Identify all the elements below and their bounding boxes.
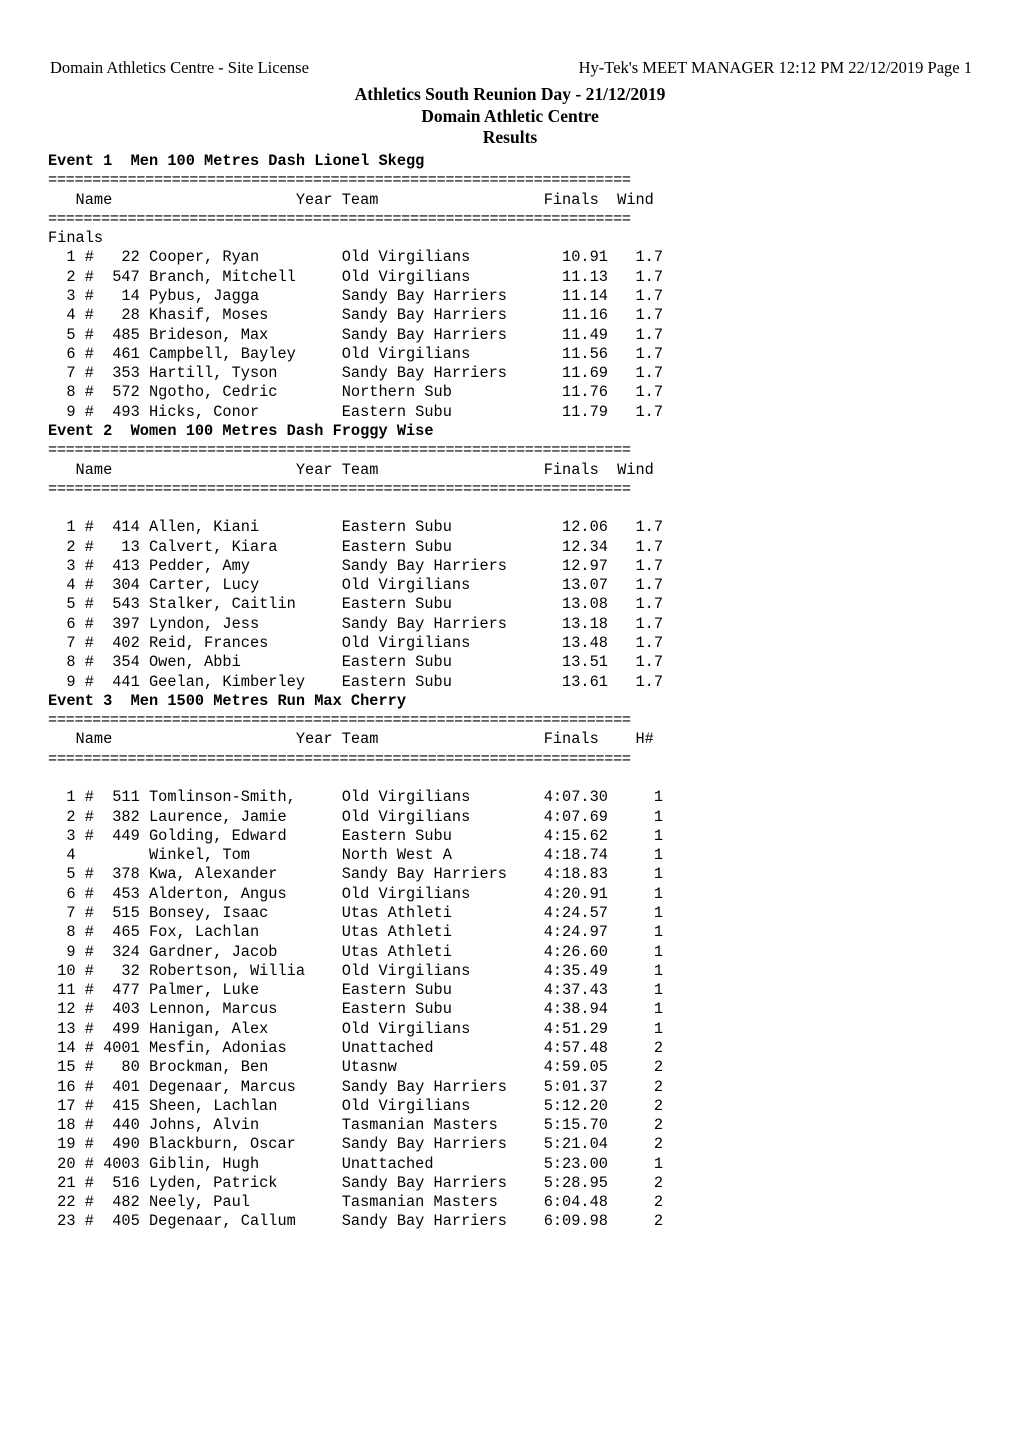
results-report: Event 1 Men 100 Metres Dash Lionel Skegg… (48, 152, 988, 1232)
result-row: 1 # 511 Tomlinson-Smith, Old Virgilians … (48, 788, 664, 807)
result-row: 9 # 324 Gardner, Jacob Utas Athleti 4:26… (48, 942, 664, 961)
result-row: 18 # 440 Johns, Alvin Tasmanian Masters … (48, 1116, 664, 1135)
spacer-line (48, 499, 988, 518)
result-row: 5 # 485 Brideson, Max Sandy Bay Harriers… (48, 325, 664, 344)
result-row: 3 # 14 Pybus, Jagga Sandy Bay Harriers 1… (48, 286, 664, 305)
result-row: 5 # 378 Kwa, Alexander Sandy Bay Harrier… (48, 865, 664, 884)
result-row: 4 Winkel, Tom North West A 4:18.74 1 (48, 846, 664, 865)
separator-rule: ========================================… (48, 441, 631, 460)
column-header-row: Name Year Team Finals Wind (48, 190, 654, 209)
result-row: 8 # 465 Fox, Lachlan Utas Athleti 4:24.9… (48, 923, 664, 942)
event-block: Event 2 Women 100 Metres Dash Froggy Wis… (48, 422, 988, 692)
result-row: 1 # 22 Cooper, Ryan Old Virgilians 10.91… (48, 248, 664, 267)
event-block: Event 1 Men 100 Metres Dash Lionel Skegg… (48, 152, 988, 422)
venue-name: Domain Athletic Centre (421, 105, 599, 126)
license-text: Domain Athletics Centre - Site License (50, 58, 309, 77)
separator-rule: ========================================… (48, 209, 631, 228)
result-row: 7 # 353 Hartill, Tyson Sandy Bay Harrier… (48, 364, 664, 383)
report-type: Results (482, 127, 538, 147)
event-heading: Event 3 Men 1500 Metres Run Max Cherry (48, 691, 407, 710)
result-row: 3 # 413 Pedder, Amy Sandy Bay Harriers 1… (48, 556, 664, 575)
result-row: 2 # 547 Branch, Mitchell Old Virgilians … (48, 267, 664, 286)
result-row: 9 # 493 Hicks, Conor Eastern Subu 11.79 … (48, 402, 664, 421)
meet-name: Athletics South Reunion Day - 21/12/2019 (354, 84, 666, 104)
separator-rule: ========================================… (48, 479, 631, 498)
spacer-line (48, 769, 988, 788)
result-row: 2 # 13 Calvert, Kiara Eastern Subu 12.34… (48, 537, 664, 556)
separator-rule: ========================================… (48, 749, 631, 768)
event-block: Event 3 Men 1500 Metres Run Max Cherry ==… (48, 692, 988, 1232)
result-row: 9 # 441 Geelan, Kimberley Eastern Subu 1… (48, 672, 664, 691)
meet-title-block: Athletics South Reunion Day - 21/12/2019… (0, 84, 1020, 149)
results-page: Domain Athletics Centre - Site License H… (0, 0, 1020, 1443)
result-row: 15 # 80 Brockman, Ben Utasnw 4:59.05 2 (48, 1058, 664, 1077)
result-row: 13 # 499 Hanigan, Alex Old Virgilians 4:… (48, 1019, 664, 1038)
result-row: 6 # 397 Lyndon, Jess Sandy Bay Harriers … (48, 614, 664, 633)
result-row: 4 # 304 Carter, Lucy Old Virgilians 13.0… (48, 576, 664, 595)
document-running-header: Domain Athletics Centre - Site License H… (50, 58, 972, 80)
result-row: 6 # 453 Alderton, Angus Old Virgilians 4… (48, 884, 664, 903)
result-row: 22 # 482 Neely, Paul Tasmanian Masters 6… (48, 1193, 664, 1212)
result-row: 14 # 4001 Mesfin, Adonias Unattached 4:5… (48, 1038, 664, 1057)
result-row: 1 # 414 Allen, Kiani Eastern Subu 12.06 … (48, 518, 664, 537)
result-row: 6 # 461 Campbell, Bayley Old Virgilians … (48, 344, 664, 363)
separator-rule: ========================================… (48, 711, 631, 730)
result-row: 8 # 354 Owen, Abbi Eastern Subu 13.51 1.… (48, 653, 664, 672)
event-heading: Event 1 Men 100 Metres Dash Lionel Skegg (48, 152, 425, 170)
result-row: 23 # 405 Degenaar, Callum Sandy Bay Harr… (48, 1212, 664, 1231)
result-row: 17 # 415 Sheen, Lachlan Old Virgilians 5… (48, 1096, 664, 1115)
event-heading: Event 2 Women 100 Metres Dash Froggy Wis… (48, 421, 434, 440)
result-row: 16 # 401 Degenaar, Marcus Sandy Bay Harr… (48, 1077, 664, 1096)
result-row: 10 # 32 Robertson, Willia Old Virgilians… (48, 961, 664, 980)
result-row: 20 # 4003 Giblin, Hugh Unattached 5:23.0… (48, 1154, 664, 1173)
result-row: 12 # 403 Lennon, Marcus Eastern Subu 4:3… (48, 1000, 664, 1019)
result-row: 7 # 515 Bonsey, Isaac Utas Athleti 4:24.… (48, 903, 664, 922)
result-row: 5 # 543 Stalker, Caitlin Eastern Subu 13… (48, 595, 664, 614)
result-row: 2 # 382 Laurence, Jamie Old Virgilians 4… (48, 807, 664, 826)
separator-rule: ========================================… (48, 171, 631, 190)
result-row: 21 # 516 Lyden, Patrick Sandy Bay Harrie… (48, 1173, 664, 1192)
column-header-row: Name Year Team Finals H# (48, 730, 654, 749)
result-row: 3 # 449 Golding, Edward Eastern Subu 4:1… (48, 826, 664, 845)
column-header-row: Name Year Team Finals Wind (48, 460, 654, 479)
result-row: 19 # 490 Blackburn, Oscar Sandy Bay Harr… (48, 1135, 664, 1154)
result-row: 4 # 28 Khasif, Moses Sandy Bay Harriers … (48, 306, 664, 325)
result-row: 11 # 477 Palmer, Luke Eastern Subu 4:37.… (48, 981, 664, 1000)
round-label: Finals (48, 229, 104, 248)
result-row: 7 # 402 Reid, Frances Old Virgilians 13.… (48, 634, 664, 653)
result-row: 8 # 572 Ngotho, Cedric Northern Sub 11.7… (48, 383, 664, 402)
meet-manager-stamp: Hy-Tek's MEET MANAGER 12:12 PM 22/12/201… (578, 58, 972, 77)
